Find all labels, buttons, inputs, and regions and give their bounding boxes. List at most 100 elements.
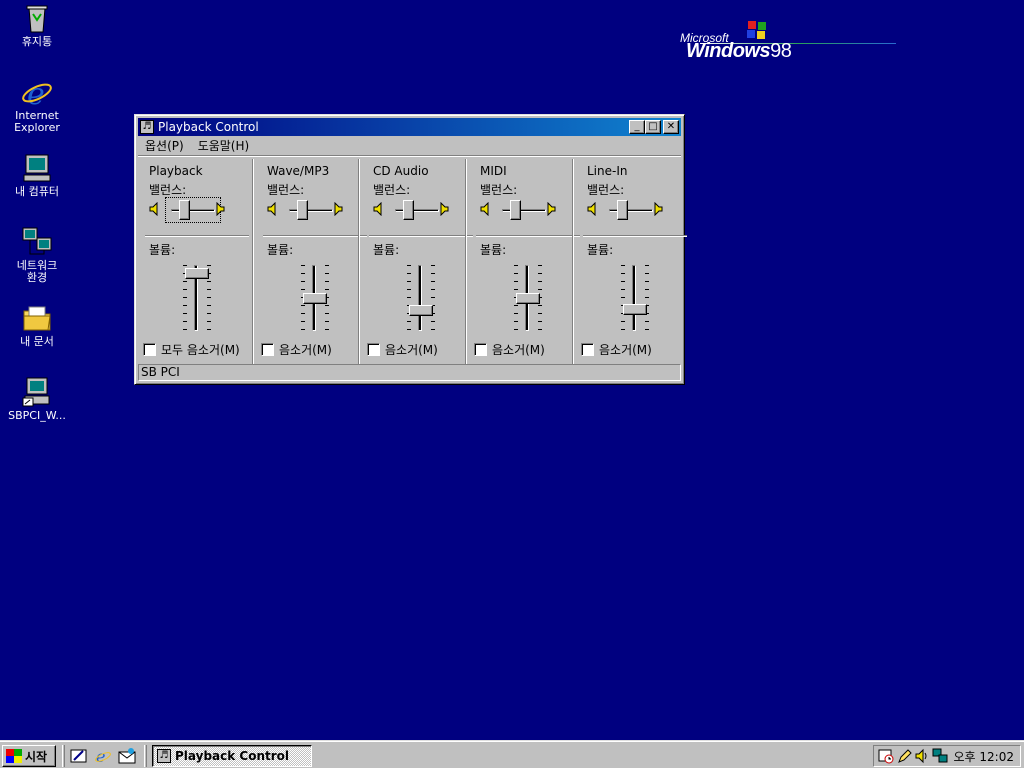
windows-flag-icon: [747, 21, 766, 39]
volume-track: [632, 265, 636, 331]
windows-flag-icon: [6, 749, 22, 763]
volume-ticks: [431, 265, 435, 331]
channel-2: CD Audio 밸런스: 볼륨: 음소거(M): [359, 159, 473, 364]
mute-checkbox[interactable]: 음소거(M): [581, 341, 652, 358]
svg-text:e: e: [96, 747, 105, 765]
speaker-left-icon: [587, 202, 596, 216]
menu-bar: 옵션(P) 도움말(H): [138, 136, 681, 155]
balance-slider[interactable]: [373, 199, 463, 221]
checkbox-box[interactable]: [581, 343, 594, 356]
mute-checkbox[interactable]: 음소거(M): [261, 341, 332, 358]
desktop-icon-network[interactable]: 네트워크 환경: [2, 226, 72, 284]
balance-track: [502, 209, 546, 212]
desktop-icon-label: 휴지통: [21, 35, 53, 48]
speaker-left-icon: [373, 202, 382, 216]
sbpci-shortcut-icon: [21, 376, 53, 408]
checkbox-box[interactable]: [261, 343, 274, 356]
taskbar-grip[interactable]: [144, 745, 147, 767]
balance-slider[interactable]: [149, 197, 239, 223]
channel-separator: [263, 235, 367, 237]
network-icon[interactable]: [932, 748, 948, 764]
channel-name: Wave/MP3: [267, 164, 330, 178]
checkbox-box[interactable]: [474, 343, 487, 356]
balance-thumb[interactable]: [403, 200, 414, 220]
volume-ticks: [645, 265, 649, 331]
volume-label: 볼륨:: [149, 243, 176, 257]
volume-icon[interactable]: [914, 748, 930, 764]
volume-thumb[interactable]: [516, 293, 540, 304]
volume-track: [418, 265, 422, 331]
start-button[interactable]: 시작: [2, 745, 56, 767]
volume-ticks: [621, 265, 625, 331]
my-documents-icon: [21, 302, 53, 334]
desktop-icon-label: SBPCI_W...: [8, 409, 66, 422]
volume-label: 볼륨:: [480, 243, 507, 257]
task-button-playback-control[interactable]: ♬ Playback Control: [152, 745, 312, 767]
show-desktop-icon[interactable]: [70, 747, 88, 765]
mixer-app-icon: ♬: [157, 749, 171, 763]
balance-slider[interactable]: [480, 199, 570, 221]
mixer-app-icon[interactable]: ♬: [140, 120, 154, 134]
balance-label: 밸런스:: [587, 183, 625, 197]
channel-separator: [369, 235, 473, 237]
volume-label: 볼륨:: [373, 243, 400, 257]
desktop-icon-my-documents[interactable]: 내 문서: [2, 302, 72, 348]
recycle-bin-icon: [21, 2, 53, 34]
speaker-right-icon: [334, 202, 343, 216]
internet-explorer-icon[interactable]: e: [94, 747, 112, 765]
volume-slider[interactable]: [403, 263, 439, 335]
menu-help[interactable]: 도움말(H): [191, 137, 257, 154]
balance-thumb[interactable]: [617, 200, 628, 220]
volume-slider[interactable]: [510, 263, 546, 335]
volume-thumb[interactable]: [409, 305, 433, 316]
mute-checkbox[interactable]: 음소거(M): [474, 341, 545, 358]
volume-thumb[interactable]: [623, 304, 647, 315]
balance-slider[interactable]: [267, 199, 357, 221]
mute-checkbox[interactable]: 음소거(M): [367, 341, 438, 358]
channel-name: CD Audio: [373, 164, 429, 178]
system-tray: 오후 12:02: [873, 745, 1021, 767]
outlook-express-icon[interactable]: [118, 747, 136, 765]
mute-label: 음소거(M): [492, 343, 545, 357]
channel-separator: [583, 235, 687, 237]
mute-label: 음소거(M): [279, 343, 332, 357]
volume-ticks: [407, 265, 411, 331]
desktop-icon-my-computer[interactable]: 내 컴퓨터: [2, 152, 72, 198]
volume-thumb[interactable]: [303, 293, 327, 304]
title-bar[interactable]: ♬ Playback Control _ □ ✕: [138, 118, 681, 136]
balance-thumb[interactable]: [510, 200, 521, 220]
checkbox-box[interactable]: [367, 343, 380, 356]
desktop-icon-recycle-bin[interactable]: 휴지통: [2, 2, 72, 48]
channel-4: Line-In 밸런스: 볼륨: 음소거(M): [573, 159, 687, 364]
menu-options[interactable]: 옵션(P): [138, 137, 191, 154]
pen-icon[interactable]: [896, 748, 912, 764]
volume-slider[interactable]: [617, 263, 653, 335]
taskbar-grip[interactable]: [62, 745, 65, 767]
volume-slider[interactable]: [297, 263, 333, 335]
channel-separator: [145, 235, 249, 237]
task-button-label: Playback Control: [175, 749, 290, 763]
status-bar: SB PCI: [138, 364, 681, 381]
start-label: 시작: [25, 749, 48, 764]
playback-control-window: ♬ Playback Control _ □ ✕ 옵션(P) 도움말(H) Pl…: [134, 114, 687, 385]
minimize-button[interactable]: _: [629, 120, 645, 134]
scheduler-icon[interactable]: [878, 748, 894, 764]
desktop-icon-sbpci[interactable]: SBPCI_W...: [2, 376, 72, 422]
channel-name: Line-In: [587, 164, 628, 178]
balance-thumb[interactable]: [297, 200, 308, 220]
desktop-icon-label: Internet Explorer: [14, 109, 60, 134]
clock[interactable]: 오후 12:02: [954, 748, 1014, 765]
close-button[interactable]: ✕: [663, 120, 679, 134]
volume-label: 볼륨:: [587, 243, 614, 257]
speaker-right-icon: [216, 202, 225, 216]
desktop-icon-label: 내 문서: [20, 335, 54, 348]
volume-thumb[interactable]: [185, 268, 209, 279]
volume-slider[interactable]: [179, 263, 215, 335]
balance-slider[interactable]: [587, 199, 677, 221]
checkbox-box[interactable]: [143, 343, 156, 356]
mute-checkbox[interactable]: 모두 음소거(M): [143, 341, 240, 358]
desktop-icon-internet-explorer[interactable]: e Internet Explorer: [2, 76, 72, 134]
maximize-button[interactable]: □: [645, 120, 661, 134]
volume-label: 볼륨:: [267, 243, 294, 257]
balance-label: 밸런스:: [267, 183, 305, 197]
